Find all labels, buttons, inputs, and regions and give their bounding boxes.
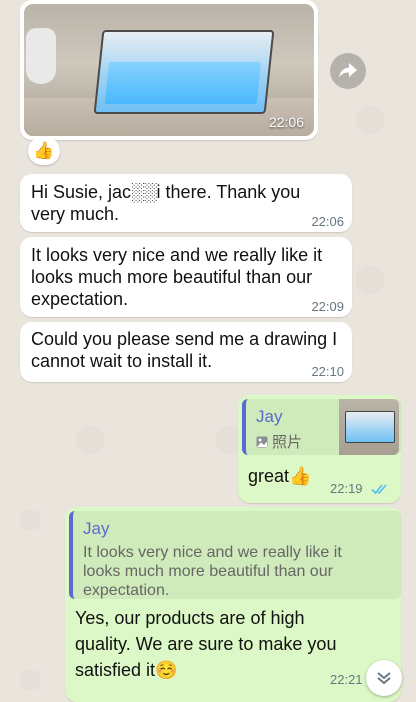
outgoing-message[interactable]: Jay 照片 great👍 22:19 <box>238 395 401 503</box>
chevron-double-down-icon <box>377 672 391 685</box>
message-text: Hi Susie, jac░░i there. Thank you very m… <box>31 182 301 224</box>
forward-icon <box>339 63 357 78</box>
incoming-message[interactable]: Hi Susie, jac░░i there. Thank you very m… <box>20 174 352 232</box>
quote-author: Jay <box>83 519 110 538</box>
message-time: 22:06 <box>311 214 344 229</box>
message-time: 22:09 <box>311 299 344 314</box>
tub-water <box>104 62 262 104</box>
quoted-photo[interactable]: Jay 照片 <box>242 399 401 455</box>
message-text: great👍 <box>248 466 312 486</box>
double-check-icon <box>371 484 387 495</box>
quoted-message[interactable]: Jay It looks very nice and we really lik… <box>69 511 401 599</box>
bathtub-photo[interactable]: 22:06 <box>24 4 314 136</box>
message-text: Could you please send me a drawing I can… <box>31 329 338 371</box>
outgoing-message[interactable]: Jay It looks very nice and we really lik… <box>65 507 401 702</box>
message-time: 22:19 <box>330 481 363 496</box>
thumbs-up-icon: 👍 <box>33 141 55 160</box>
message-text: It looks very nice and we really like it… <box>31 245 323 309</box>
photo-icon <box>256 436 268 447</box>
quote-label: 照片 <box>272 434 303 451</box>
message-time: 22:10 <box>311 364 344 379</box>
toilet-shape <box>26 28 56 84</box>
scroll-to-bottom-button[interactable] <box>366 660 402 696</box>
quote-photo-label: 照片 <box>256 431 302 452</box>
image-message[interactable]: 22:06 <box>20 0 318 140</box>
quote-text: It looks very nice and we really like it… <box>83 544 342 599</box>
quote-thumbnail <box>339 399 399 455</box>
incoming-message[interactable]: Could you please send me a drawing I can… <box>20 322 352 382</box>
message-time: 22:06 <box>268 114 304 130</box>
forward-button[interactable] <box>330 53 366 89</box>
reaction-badge[interactable]: 👍 <box>28 137 60 165</box>
incoming-message[interactable]: It looks very nice and we really like it… <box>20 237 352 317</box>
message-text: Yes, our products are of high quality. W… <box>75 608 337 680</box>
quote-author: Jay <box>256 407 283 426</box>
message-time: 22:21 <box>330 672 363 687</box>
bathtub-shape <box>93 30 275 114</box>
